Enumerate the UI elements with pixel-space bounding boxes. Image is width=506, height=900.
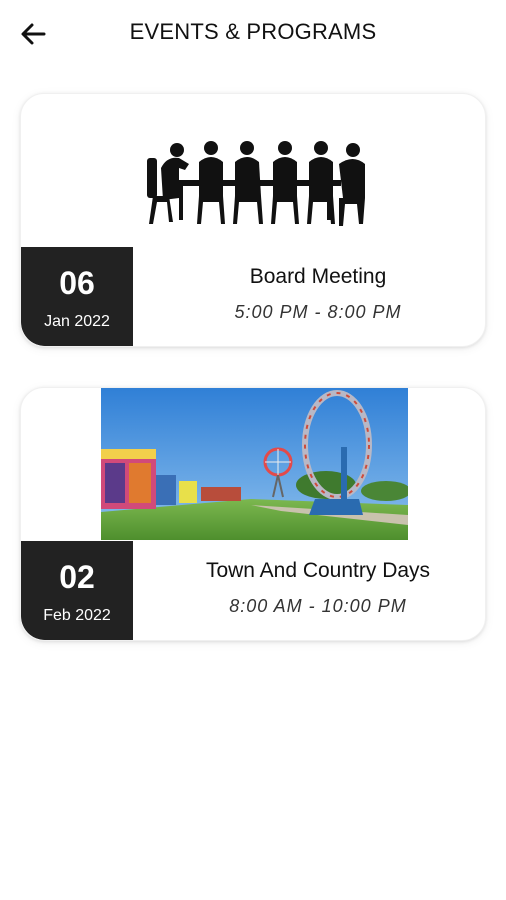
- event-day: 06: [59, 265, 95, 301]
- event-time: 5:00 PM - 8:00 PM: [234, 302, 402, 322]
- page-title: EVENTS & PROGRAMS: [129, 19, 377, 44]
- event-title: Town And Country Days: [205, 559, 431, 582]
- event-month-year: Jan 2022: [44, 313, 110, 330]
- board-meeting-image: [147, 141, 365, 226]
- fairground-image: [101, 388, 408, 540]
- event-card[interactable]: 02 Feb 2022 Town And Country Days 8:00 A…: [20, 387, 486, 641]
- event-date-block: 06 Jan 2022: [21, 247, 133, 346]
- event-date-block: 02 Feb 2022: [21, 541, 133, 640]
- event-day: 02: [59, 559, 95, 595]
- event-title: Board Meeting: [249, 265, 387, 288]
- event-month-year: Feb 2022: [43, 607, 111, 624]
- event-card[interactable]: 06 Jan 2022 Board Meeting 5:00 PM - 8:00…: [20, 93, 486, 347]
- event-time: 8:00 AM - 10:00 PM: [229, 596, 407, 616]
- app-header: EVENTS & PROGRAMS: [0, 0, 506, 66]
